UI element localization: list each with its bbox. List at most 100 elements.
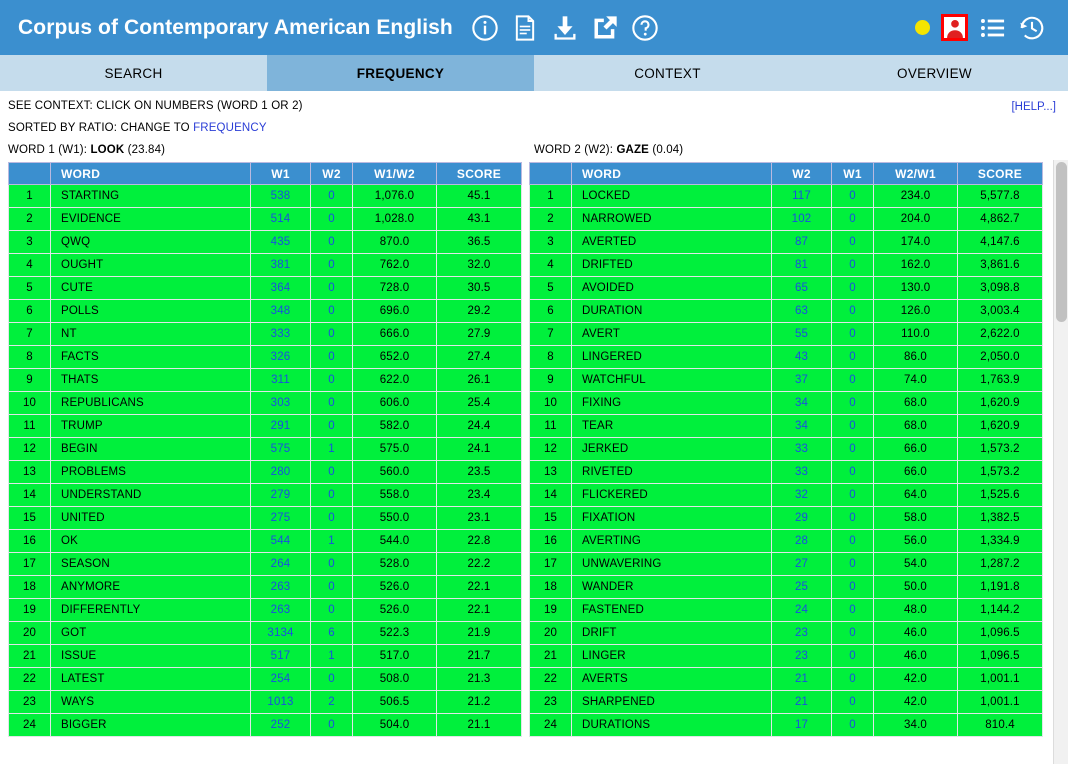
cell-count-primary[interactable]: 575	[250, 437, 311, 461]
cell-count-primary[interactable]: 21	[771, 690, 832, 714]
download-icon[interactable]	[551, 14, 579, 42]
cell-word[interactable]: ANYMORE	[50, 575, 251, 599]
cell-count-secondary[interactable]: 0	[831, 621, 874, 645]
cell-word[interactable]: WANDER	[571, 575, 772, 599]
tab-frequency[interactable]: FREQUENCY	[267, 55, 534, 91]
col-rank[interactable]	[8, 162, 51, 185]
list-icon[interactable]	[979, 14, 1007, 42]
status-dot-icon[interactable]	[915, 20, 930, 35]
cell-count-primary[interactable]: 263	[250, 598, 311, 622]
cell-count-secondary[interactable]: 0	[831, 276, 874, 300]
cell-count-secondary[interactable]: 0	[831, 506, 874, 530]
cell-word[interactable]: AVERTED	[571, 230, 772, 254]
cell-count-primary[interactable]: 23	[771, 621, 832, 645]
cell-count-secondary[interactable]: 0	[310, 552, 353, 576]
tab-context[interactable]: CONTEXT	[534, 55, 801, 91]
cell-count-primary[interactable]: 55	[771, 322, 832, 346]
cell-count-secondary[interactable]: 6	[310, 621, 353, 645]
cell-word[interactable]: UNWAVERING	[571, 552, 772, 576]
cell-count-secondary[interactable]: 2	[310, 690, 353, 714]
cell-count-secondary[interactable]: 0	[831, 414, 874, 438]
info-icon[interactable]	[471, 14, 499, 42]
cell-count-secondary[interactable]: 0	[831, 529, 874, 553]
col-score[interactable]: SCORE	[957, 162, 1043, 185]
help-icon[interactable]	[631, 14, 659, 42]
col-w2[interactable]: W2	[310, 162, 353, 185]
cell-count-primary[interactable]: 280	[250, 460, 311, 484]
cell-word[interactable]: PROBLEMS	[50, 460, 251, 484]
cell-count-secondary[interactable]: 1	[310, 529, 353, 553]
cell-word[interactable]: RIVETED	[571, 460, 772, 484]
external-link-icon[interactable]	[591, 14, 619, 42]
cell-count-primary[interactable]: 43	[771, 345, 832, 369]
cell-word[interactable]: THATS	[50, 368, 251, 392]
cell-count-secondary[interactable]: 0	[831, 460, 874, 484]
cell-word[interactable]: CUTE	[50, 276, 251, 300]
col-w2[interactable]: W2	[771, 162, 832, 185]
cell-word[interactable]: ISSUE	[50, 644, 251, 668]
tab-search[interactable]: SEARCH	[0, 55, 267, 91]
cell-count-secondary[interactable]: 0	[831, 690, 874, 714]
cell-count-primary[interactable]: 275	[250, 506, 311, 530]
cell-count-secondary[interactable]: 0	[831, 437, 874, 461]
cell-word[interactable]: FLICKERED	[571, 483, 772, 507]
cell-count-primary[interactable]: 254	[250, 667, 311, 691]
cell-count-secondary[interactable]: 0	[310, 322, 353, 346]
help-link[interactable]: [HELP...]	[1011, 101, 1056, 113]
cell-count-secondary[interactable]: 0	[310, 598, 353, 622]
col-word[interactable]: WORD	[50, 162, 251, 185]
cell-count-secondary[interactable]: 0	[310, 368, 353, 392]
cell-count-secondary[interactable]: 0	[831, 322, 874, 346]
col-word[interactable]: WORD	[571, 162, 772, 185]
cell-count-secondary[interactable]: 0	[310, 460, 353, 484]
cell-word[interactable]: GOT	[50, 621, 251, 645]
cell-count-primary[interactable]: 311	[250, 368, 311, 392]
cell-word[interactable]: NT	[50, 322, 251, 346]
cell-count-secondary[interactable]: 0	[310, 483, 353, 507]
cell-count-secondary[interactable]: 0	[310, 391, 353, 415]
cell-count-primary[interactable]: 87	[771, 230, 832, 254]
cell-count-secondary[interactable]: 0	[831, 184, 874, 208]
cell-count-secondary[interactable]: 0	[831, 667, 874, 691]
cell-count-primary[interactable]: 25	[771, 575, 832, 599]
cell-word[interactable]: AVERTING	[571, 529, 772, 553]
cell-count-primary[interactable]: 33	[771, 460, 832, 484]
cell-word[interactable]: UNITED	[50, 506, 251, 530]
cell-count-primary[interactable]: 37	[771, 368, 832, 392]
cell-word[interactable]: DRIFTED	[571, 253, 772, 277]
cell-count-primary[interactable]: 63	[771, 299, 832, 323]
cell-count-primary[interactable]: 514	[250, 207, 311, 231]
user-account-icon[interactable]	[941, 14, 968, 41]
cell-word[interactable]: NARROWED	[571, 207, 772, 231]
cell-count-primary[interactable]: 24	[771, 598, 832, 622]
cell-word[interactable]: OK	[50, 529, 251, 553]
cell-count-primary[interactable]: 28	[771, 529, 832, 553]
cell-word[interactable]: DIFFERENTLY	[50, 598, 251, 622]
cell-count-primary[interactable]: 538	[250, 184, 311, 208]
cell-count-secondary[interactable]: 0	[310, 713, 353, 737]
cell-word[interactable]: WATCHFUL	[571, 368, 772, 392]
cell-count-primary[interactable]: 81	[771, 253, 832, 277]
col-w1[interactable]: W1	[831, 162, 874, 185]
cell-count-secondary[interactable]: 0	[310, 575, 353, 599]
cell-count-secondary[interactable]: 1	[310, 437, 353, 461]
cell-word[interactable]: TEAR	[571, 414, 772, 438]
cell-word[interactable]: OUGHT	[50, 253, 251, 277]
cell-word[interactable]: AVOIDED	[571, 276, 772, 300]
cell-count-secondary[interactable]: 0	[310, 299, 353, 323]
cell-word[interactable]: LINGER	[571, 644, 772, 668]
cell-count-secondary[interactable]: 0	[831, 368, 874, 392]
cell-word[interactable]: DURATIONS	[571, 713, 772, 737]
cell-count-primary[interactable]: 303	[250, 391, 311, 415]
cell-word[interactable]: DURATION	[571, 299, 772, 323]
cell-count-primary[interactable]: 34	[771, 391, 832, 415]
cell-count-primary[interactable]: 27	[771, 552, 832, 576]
cell-count-secondary[interactable]: 0	[831, 483, 874, 507]
cell-count-primary[interactable]: 279	[250, 483, 311, 507]
cell-word[interactable]: BEGIN	[50, 437, 251, 461]
cell-count-primary[interactable]: 333	[250, 322, 311, 346]
cell-word[interactable]: TRUMP	[50, 414, 251, 438]
cell-count-primary[interactable]: 33	[771, 437, 832, 461]
cell-count-secondary[interactable]: 0	[310, 414, 353, 438]
cell-count-primary[interactable]: 1013	[250, 690, 311, 714]
